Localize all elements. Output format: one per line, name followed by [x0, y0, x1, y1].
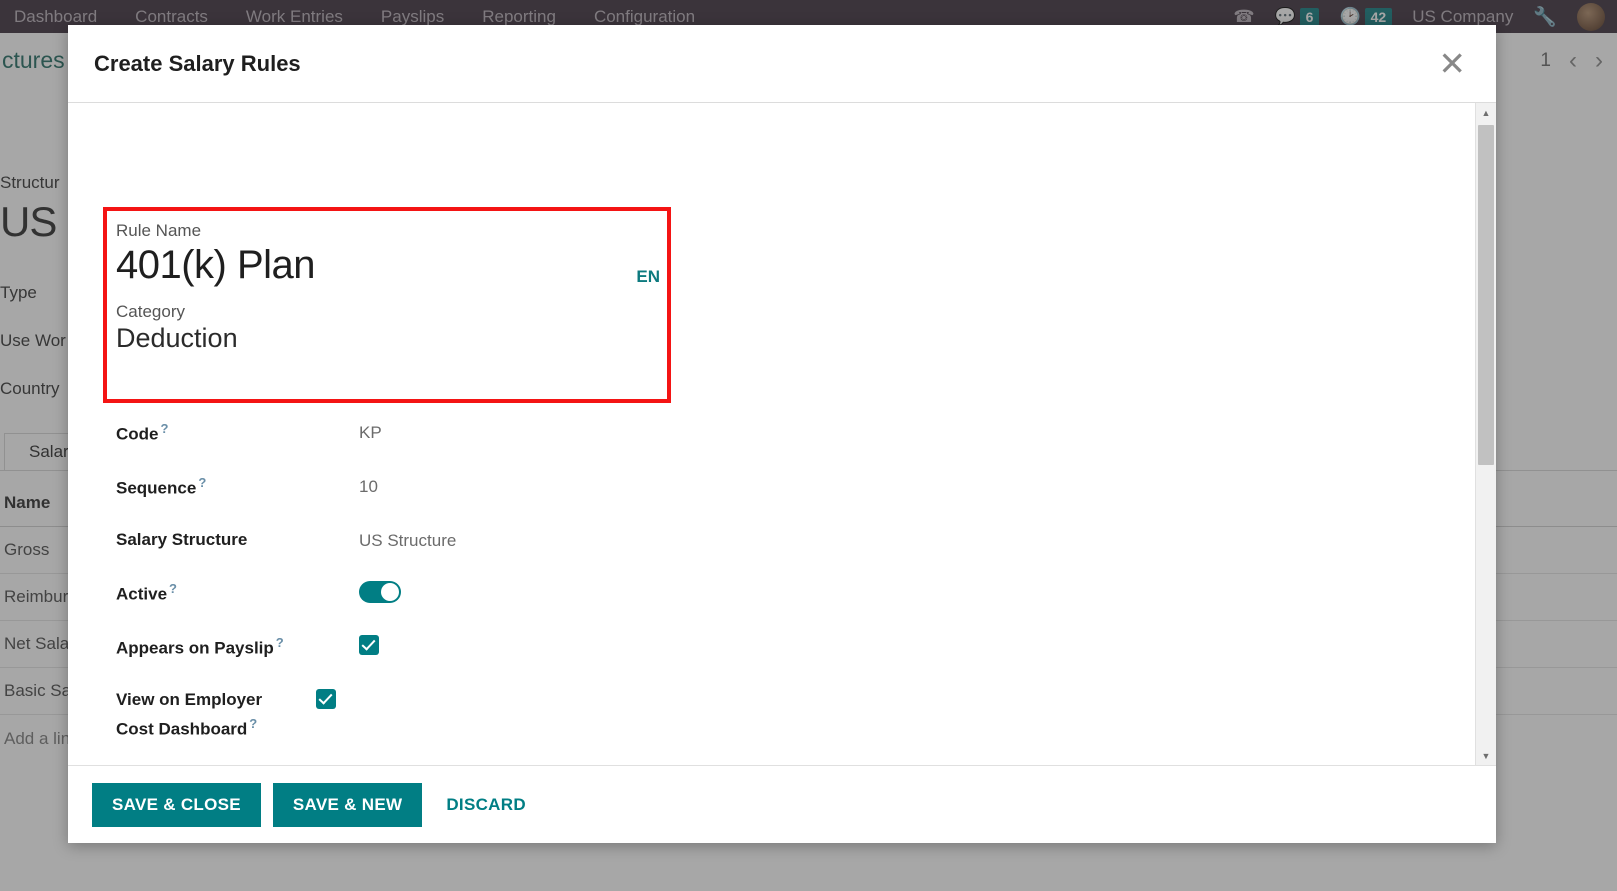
field-label: Code? [116, 421, 169, 444]
help-icon[interactable]: ? [198, 475, 206, 490]
close-icon[interactable]: ✕ [1434, 47, 1470, 80]
category-input[interactable]: Deduction [116, 323, 676, 354]
rule-identity-block: Rule Name 401(k) Plan EN Category Deduct… [116, 221, 676, 354]
dialog-header: Create Salary Rules ✕ [68, 25, 1496, 103]
field-row-view-employer-cost: View on Employer Cost Dashboard? [116, 687, 816, 742]
save-and-close-button[interactable]: SAVE & CLOSE [92, 782, 261, 827]
dialog-scroll-area: Rule Name 401(k) Plan EN Category Deduct… [68, 103, 1475, 765]
active-toggle[interactable] [359, 581, 401, 604]
appears-on-payslip-checkbox[interactable] [359, 635, 379, 656]
save-and-new-button[interactable]: SAVE & NEW [272, 782, 423, 827]
field-row-appears-on-payslip: Appears on Payslip? [116, 633, 816, 662]
help-icon[interactable]: ? [161, 421, 169, 436]
field-label: Active? [116, 581, 177, 604]
rule-name-label: Rule Name [116, 221, 202, 240]
help-icon[interactable]: ? [169, 581, 177, 596]
field-label: View on Employer Cost Dashboard? [116, 690, 263, 739]
field-row-sequence: Sequence? 10 [116, 473, 816, 502]
field-row-salary-structure: Salary Structure US Structure [116, 527, 816, 554]
help-icon[interactable]: ? [249, 716, 257, 731]
scrollbar-thumb[interactable] [1478, 125, 1494, 465]
code-input[interactable]: KP [359, 419, 382, 446]
field-label: Sequence? [116, 475, 207, 498]
language-badge[interactable]: EN [636, 267, 660, 287]
fields-container: Code? KP Sequence? 10 Salary Structure U… [116, 419, 816, 765]
help-icon[interactable]: ? [276, 635, 284, 650]
dialog-scrollbar[interactable]: ▲ ▼ [1475, 103, 1496, 765]
page-title: Create Salary Rules [94, 50, 301, 76]
scroll-down-arrow-icon[interactable]: ▼ [1476, 746, 1496, 765]
salary-structure-input[interactable]: US Structure [359, 527, 456, 554]
rule-name-input[interactable]: 401(k) Plan [116, 243, 676, 288]
dialog-footer: SAVE & CLOSE SAVE & NEW DISCARD [68, 765, 1496, 843]
field-row-code: Code? KP [116, 419, 816, 448]
field-label: Salary Structure [116, 530, 248, 549]
view-employer-cost-dashboard-checkbox[interactable] [316, 689, 336, 710]
field-row-active: Active? [116, 579, 816, 608]
create-salary-rules-dialog: Create Salary Rules ✕ Rule Name 401(k) P… [68, 25, 1496, 843]
dialog-body: Rule Name 401(k) Plan EN Category Deduct… [68, 103, 1496, 765]
category-label: Category [116, 302, 185, 321]
discard-button[interactable]: DISCARD [434, 783, 538, 827]
field-label: Appears on Payslip? [116, 635, 284, 658]
scroll-up-arrow-icon[interactable]: ▲ [1476, 103, 1496, 122]
sequence-input[interactable]: 10 [359, 473, 378, 500]
